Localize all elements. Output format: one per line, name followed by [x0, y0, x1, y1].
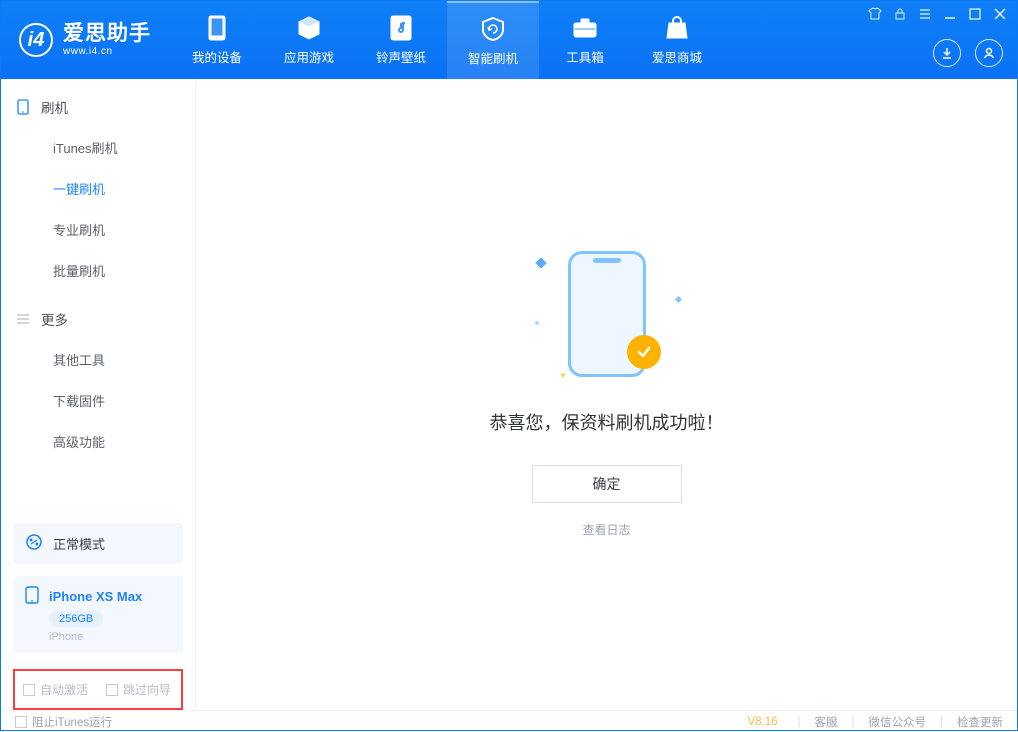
checkbox-block-itunes[interactable]: 阻止iTunes运行 [15, 714, 112, 730]
sidebar-item-itunes-flash[interactable]: iTunes刷机 [1, 127, 195, 168]
tab-store[interactable]: 爱思商城 [631, 1, 723, 79]
tab-my-device[interactable]: 我的设备 [171, 1, 263, 79]
tab-toolbox[interactable]: 工具箱 [539, 1, 631, 79]
checkbox-icon [15, 716, 27, 728]
link-check-update[interactable]: 检查更新 [957, 714, 1003, 730]
mode-label: 正常模式 [53, 534, 105, 553]
nav-tabs: 我的设备 应用游戏 铃声壁纸 智能刷机 工具箱 [171, 1, 723, 79]
lock-icon[interactable] [893, 7, 907, 21]
checkbox-icon [23, 684, 35, 696]
tshirt-icon[interactable] [868, 7, 882, 21]
success-illustration [547, 251, 667, 381]
window-controls [868, 7, 1007, 21]
link-service[interactable]: 客服 [815, 714, 838, 730]
close-icon[interactable] [993, 7, 1007, 21]
sidebar-item-batch-flash[interactable]: 批量刷机 [1, 250, 195, 291]
checkmark-badge-icon [627, 335, 661, 369]
brand-logo-icon: i4 [19, 23, 53, 57]
mode-card[interactable]: 正常模式 [13, 523, 183, 564]
options-highlighted: 自动激活 跳过向导 [13, 669, 183, 710]
device-phone-icon [25, 586, 39, 607]
briefcase-icon [572, 15, 598, 41]
menu-icon[interactable] [918, 7, 932, 21]
maximize-icon[interactable] [968, 7, 982, 21]
phone-icon [204, 15, 230, 41]
version-label: V8.16 [747, 716, 777, 728]
view-log-link[interactable]: 查看日志 [582, 521, 630, 538]
device-capacity: 256GB [49, 611, 103, 627]
brand-url: www.i4.cn [63, 46, 151, 58]
sidebar-item-download-firmware[interactable]: 下载固件 [1, 380, 195, 421]
checkbox-label: 自动激活 [40, 681, 88, 698]
sidebar-item-advanced[interactable]: 高级功能 [1, 421, 195, 462]
link-wechat[interactable]: 微信公众号 [869, 714, 927, 730]
tab-smart-flash[interactable]: 智能刷机 [447, 1, 539, 79]
tab-ringtones-wallpapers[interactable]: 铃声壁纸 [355, 1, 447, 79]
mode-icon [25, 533, 43, 554]
tab-label: 工具箱 [566, 47, 604, 66]
device-card[interactable]: iPhone XS Max 256GB iPhone [13, 576, 183, 653]
tab-label: 智能刷机 [468, 48, 518, 67]
checkbox-label: 阻止iTunes运行 [32, 714, 112, 730]
checkbox-label: 跳过向导 [123, 681, 171, 698]
section-title: 更多 [41, 309, 68, 329]
app-header: i4 爱思助手 www.i4.cn 我的设备 应用游戏 铃声壁纸 [1, 1, 1017, 79]
cube-icon [296, 15, 322, 41]
checkbox-icon [106, 684, 118, 696]
sidebar-section-more: 更多 [1, 291, 195, 339]
brand: i4 爱思助手 www.i4.cn [1, 1, 171, 79]
sidebar-item-oneclick-flash[interactable]: 一键刷机 [1, 168, 195, 209]
tab-label: 我的设备 [192, 47, 242, 66]
tab-label: 铃声壁纸 [376, 47, 426, 66]
tab-label: 爱思商城 [652, 47, 702, 66]
tab-apps-games[interactable]: 应用游戏 [263, 1, 355, 79]
download-button[interactable] [933, 39, 961, 67]
sidebar-item-pro-flash[interactable]: 专业刷机 [1, 209, 195, 250]
status-bar: 阻止iTunes运行 V8.16 | 客服 | 微信公众号 | 检查更新 [1, 710, 1017, 732]
list-icon [15, 311, 31, 327]
checkbox-auto-activate[interactable]: 自动激活 [23, 681, 88, 698]
ok-button[interactable]: 确定 [532, 465, 682, 503]
tab-label: 应用游戏 [284, 47, 334, 66]
sidebar-item-other-tools[interactable]: 其他工具 [1, 339, 195, 380]
device-icon [15, 99, 31, 115]
checkbox-skip-guide[interactable]: 跳过向导 [106, 681, 171, 698]
minimize-icon[interactable] [943, 7, 957, 21]
shopping-bag-icon [664, 15, 690, 41]
success-message: 恭喜您，保资料刷机成功啦！ [490, 409, 724, 435]
header-actions [933, 39, 1003, 67]
brand-title: 爱思助手 [63, 22, 151, 46]
refresh-shield-icon [480, 16, 506, 42]
sidebar: 刷机 iTunes刷机 一键刷机 专业刷机 批量刷机 更多 其他工具 下载固件 … [1, 79, 196, 710]
main-content: 恭喜您，保资料刷机成功啦！ 确定 查看日志 [196, 79, 1017, 710]
sidebar-section-flash: 刷机 [1, 79, 195, 127]
device-type: iPhone [49, 631, 83, 643]
section-title: 刷机 [41, 97, 68, 117]
device-name: iPhone XS Max [49, 589, 142, 604]
user-button[interactable] [975, 39, 1003, 67]
music-file-icon [388, 15, 414, 41]
